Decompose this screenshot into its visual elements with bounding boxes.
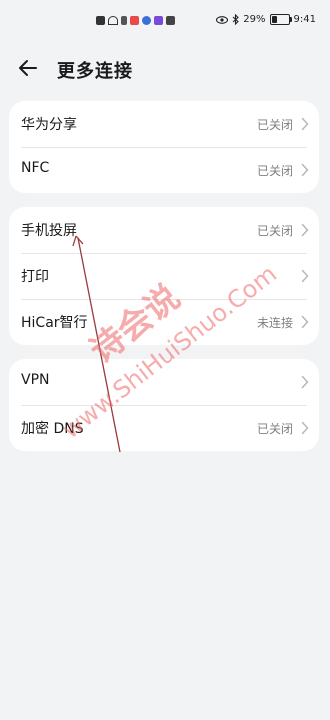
row-status: 已关闭 — [256, 118, 293, 132]
settings-group-sharing: 华为分享 已关闭 NFC 已关闭 — [9, 101, 319, 193]
row-label: NFC — [21, 160, 50, 176]
row-status: 未连接 — [256, 316, 293, 330]
row-label: 加密 DNS — [21, 421, 84, 437]
battery-icon — [269, 14, 292, 25]
system-icons: 29% 9:41 — [216, 14, 316, 25]
chevron-right-icon — [301, 223, 309, 237]
row-label: 打印 — [21, 269, 49, 285]
page-title: 更多连接 — [57, 61, 133, 82]
row-label: 手机投屏 — [21, 223, 77, 239]
row-print[interactable]: 打印 — [9, 253, 319, 299]
notification-icons — [96, 16, 175, 25]
chevron-right-icon — [301, 375, 309, 389]
app-icon-dark — [166, 16, 175, 25]
page-header: 更多连接 — [0, 48, 330, 88]
wifi-icon — [108, 16, 118, 25]
chevron-right-icon — [301, 117, 309, 131]
row-label: HiCar智行 — [21, 315, 88, 331]
row-screen-projection[interactable]: 手机投屏 已关闭 — [9, 207, 319, 253]
clock: 9:41 — [293, 14, 316, 25]
row-label: 华为分享 — [21, 117, 77, 133]
battery-level — [271, 16, 277, 23]
app-icon-red — [130, 16, 139, 25]
app-icon-blue — [142, 16, 151, 25]
row-status: 已关闭 — [256, 164, 293, 178]
eye-icon — [216, 15, 229, 24]
row-status: 已关闭 — [256, 422, 293, 436]
chevron-right-icon — [301, 315, 309, 329]
row-status: 已关闭 — [256, 224, 293, 238]
chevron-right-icon — [301, 421, 309, 435]
settings-group-network: VPN 加密 DNS 已关闭 — [9, 359, 319, 451]
alert-icon — [96, 16, 105, 25]
battery-percent: 29% — [243, 14, 266, 25]
row-label: VPN — [21, 372, 50, 388]
chevron-right-icon — [301, 163, 309, 177]
row-vpn[interactable]: VPN — [9, 359, 319, 405]
bluetooth-icon — [232, 14, 240, 25]
hourglass-icon — [121, 16, 127, 25]
row-encrypted-dns[interactable]: 加密 DNS 已关闭 — [9, 405, 319, 451]
chevron-right-icon — [301, 269, 309, 283]
back-arrow-icon[interactable] — [14, 54, 42, 82]
settings-group-projection: 手机投屏 已关闭 打印 HiCar智行 未连接 — [9, 207, 319, 345]
app-icon-purple — [154, 16, 163, 25]
status-bar: 29% 9:41 — [0, 0, 330, 44]
row-huawei-share[interactable]: 华为分享 已关闭 — [9, 101, 319, 147]
row-hicar[interactable]: HiCar智行 未连接 — [9, 299, 319, 345]
row-nfc[interactable]: NFC 已关闭 — [9, 147, 319, 193]
